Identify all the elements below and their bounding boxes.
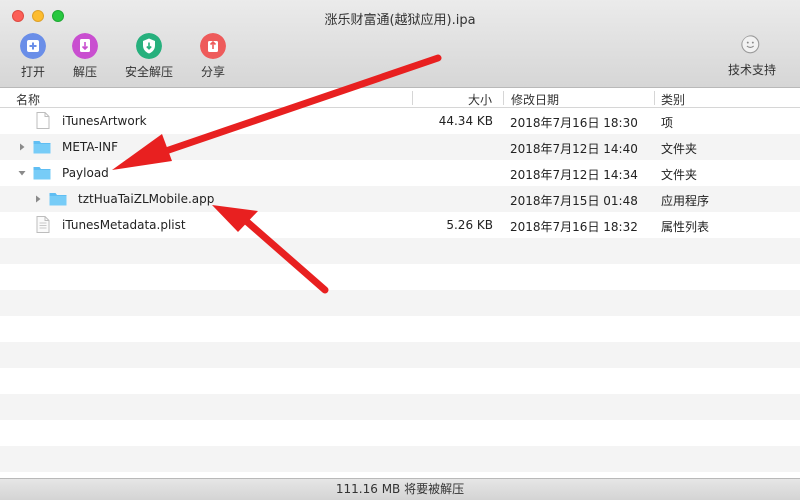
- disclosure-right-icon[interactable]: [17, 142, 27, 152]
- column-header: 名称 大小 修改日期 类别: [0, 88, 800, 108]
- file-name: tztHuaTaiZLMobile.app: [78, 192, 215, 206]
- file-kind: 文件夹: [661, 168, 698, 182]
- file-name: iTunesMetadata.plist: [62, 218, 186, 232]
- file-row[interactable]: META-INF 2018年7月12日 14:40 文件夹: [0, 134, 800, 160]
- file-name: META-INF: [62, 140, 119, 154]
- file-kind: 项: [661, 116, 674, 130]
- empty-row: [0, 316, 800, 342]
- folder-icon: [33, 141, 51, 154]
- file-row[interactable]: Payload 2018年7月12日 14:34 文件夹: [0, 160, 800, 186]
- support-button[interactable]: 技术支持: [722, 33, 782, 78]
- window-title: 涨乐财富通(越狱应用).ipa: [324, 13, 476, 28]
- file-row[interactable]: iTunesMetadata.plist 5.26 KB 2018年7月16日 …: [0, 212, 800, 238]
- disclosure-right-icon[interactable]: [33, 194, 43, 204]
- support-face-icon: [741, 35, 760, 54]
- column-divider[interactable]: [412, 91, 413, 105]
- column-modified-header[interactable]: 修改日期: [511, 91, 559, 108]
- folder-icon: [49, 193, 67, 206]
- open-button[interactable]: 打开: [3, 33, 63, 80]
- empty-row: [0, 420, 800, 446]
- safe-extract-button[interactable]: 安全解压: [119, 33, 179, 80]
- column-divider[interactable]: [503, 91, 504, 105]
- shield-icon: [136, 33, 162, 59]
- column-size-header[interactable]: 大小: [468, 91, 492, 108]
- archive-window: 涨乐财富通(越狱应用).ipa 打开 解压 安全解压 分享 技术支持 名称 大小…: [0, 0, 800, 500]
- file-row[interactable]: tztHuaTaiZLMobile.app 2018年7月15日 01:48 应…: [0, 186, 800, 212]
- support-label: 技术支持: [727, 63, 776, 77]
- empty-row: [0, 394, 800, 420]
- folder-icon: [33, 167, 51, 180]
- file-modified: 2018年7月12日 14:34: [510, 168, 638, 182]
- plist-icon: [36, 216, 50, 233]
- file-size: 5.26 KB: [446, 218, 493, 232]
- extract-icon: [72, 33, 98, 59]
- file-size: 44.34 KB: [438, 114, 493, 128]
- column-kind-header[interactable]: 类别: [661, 91, 685, 108]
- status-bar: 111.16 MB 将要被解压: [0, 478, 800, 500]
- empty-row: [0, 368, 800, 394]
- safe-extract-label: 安全解压: [124, 65, 173, 79]
- open-label: 打开: [20, 65, 45, 79]
- file-kind: 属性列表: [661, 220, 710, 234]
- file-row[interactable]: iTunesArtwork 44.34 KB 2018年7月16日 18:30 …: [0, 108, 800, 134]
- column-name-header[interactable]: 名称: [16, 91, 40, 108]
- file-modified: 2018年7月15日 01:48: [510, 194, 638, 208]
- file-list: iTunesArtwork 44.34 KB 2018年7月16日 18:30 …: [0, 108, 800, 478]
- file-modified: 2018年7月16日 18:32: [510, 220, 638, 234]
- disclosure-down-icon[interactable]: [17, 168, 27, 178]
- plus-square-icon: [20, 33, 46, 59]
- extract-label: 解压: [72, 65, 97, 79]
- file-name: Payload: [62, 166, 109, 180]
- file-modified: 2018年7月16日 18:30: [510, 116, 638, 130]
- file-modified: 2018年7月12日 14:40: [510, 142, 638, 156]
- file-kind: 应用程序: [661, 194, 710, 208]
- empty-row: [0, 238, 800, 264]
- share-button[interactable]: 分享: [183, 33, 243, 80]
- empty-row: [0, 290, 800, 316]
- file-name: iTunesArtwork: [62, 114, 147, 128]
- status-text: 111.16 MB 将要被解压: [335, 482, 465, 496]
- extract-button[interactable]: 解压: [55, 33, 115, 80]
- empty-row: [0, 446, 800, 472]
- column-divider[interactable]: [654, 91, 655, 105]
- empty-row: [0, 342, 800, 368]
- document-icon: [36, 112, 50, 129]
- empty-row: [0, 264, 800, 290]
- share-label: 分享: [200, 65, 225, 79]
- file-kind: 文件夹: [661, 142, 698, 156]
- titlebar: 涨乐财富通(越狱应用).ipa 打开 解压 安全解压 分享 技术支持: [0, 0, 800, 88]
- share-icon: [200, 33, 226, 59]
